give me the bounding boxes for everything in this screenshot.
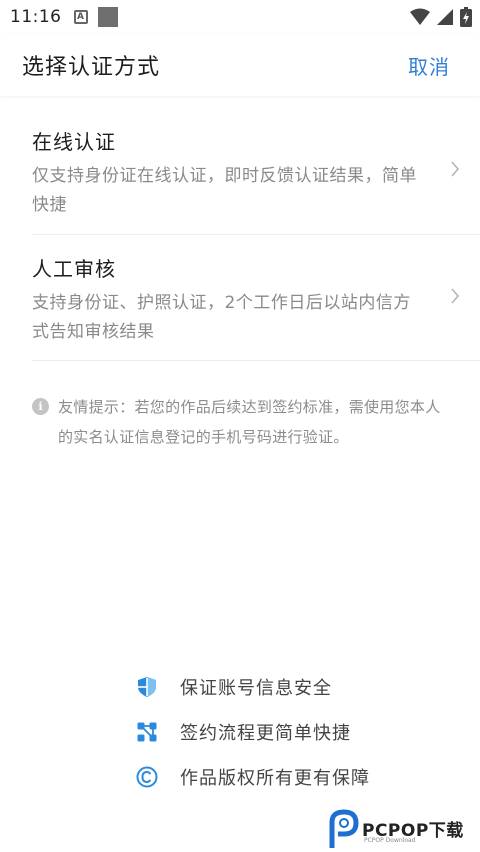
info-icon: i	[32, 398, 49, 415]
wifi-icon	[410, 8, 430, 25]
tip-text: 友情提示：若您的作品后续达到签约标准，需使用您本人的实名认证信息登记的手机号码进…	[58, 398, 441, 446]
feature-label: 保证账号信息安全	[180, 677, 332, 699]
battery-icon	[460, 7, 472, 27]
watermark: PCPOP下载 PCPOP Download	[328, 806, 478, 852]
option-description: 支持身份证、护照认证，2个工作日后以站内信方式告知审核结果	[32, 293, 411, 342]
page-title: 选择认证方式	[22, 55, 161, 80]
feature-label: 签约流程更简单快捷	[180, 722, 351, 744]
tip-box: i 友情提示：若您的作品后续达到签约标准，需使用您本人的实名认证信息登记的手机号…	[32, 392, 452, 452]
feature-item: 作品版权所有更有保障	[136, 754, 436, 799]
option-online-verification[interactable]: 在线认证 仅支持身份证在线认证，即时反馈认证结果，简单快捷	[32, 110, 480, 235]
option-manual-review[interactable]: 人工审核 支持身份证、护照认证，2个工作日后以站内信方式告知审核结果	[32, 237, 480, 361]
option-title: 人工审核	[32, 257, 116, 281]
shield-icon	[136, 676, 158, 698]
option-title: 在线认证	[32, 130, 116, 154]
chevron-right-icon	[451, 161, 460, 177]
accessibility-icon: A	[73, 10, 88, 24]
feature-item: 保证账号信息安全	[136, 664, 436, 709]
status-time: 11:16	[10, 7, 62, 27]
flow-icon	[136, 721, 158, 743]
signal-icon	[437, 9, 453, 25]
chevron-right-icon	[451, 288, 460, 304]
feature-item: 签约流程更简单快捷	[136, 709, 436, 754]
page: 11:16 A 选择认证方式 取消 在线认证 仅支持身份证在线认证，即时反馈认证…	[0, 0, 480, 852]
feature-label: 作品版权所有更有保障	[180, 767, 370, 789]
copyright-icon	[136, 766, 158, 788]
app-header: 选择认证方式 取消	[0, 34, 480, 96]
option-description: 仅支持身份证在线认证，即时反馈认证结果，简单快捷	[32, 166, 417, 215]
cancel-button[interactable]: 取消	[408, 51, 450, 80]
status-bar: 11:16 A	[0, 0, 480, 34]
notification-icon	[97, 7, 118, 27]
watermark-subtext: PCPOP Download	[364, 837, 416, 844]
watermark-logo-icon	[329, 809, 359, 848]
feature-list: 保证账号信息安全 签约流程更简单快捷 作品版权所有更有保障	[136, 664, 436, 799]
status-indicators	[410, 7, 472, 27]
